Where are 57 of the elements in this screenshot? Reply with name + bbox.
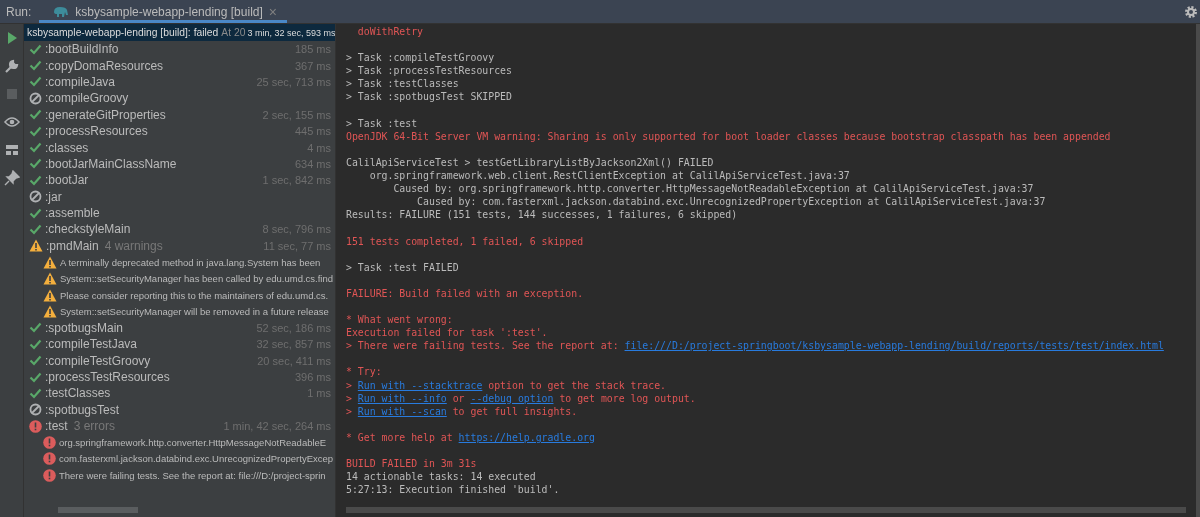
console-line: to get more log output. bbox=[558, 392, 696, 404]
console-line: 5:27:13: Execution finished 'build'. bbox=[346, 484, 560, 496]
scrollbar[interactable] bbox=[346, 507, 1186, 513]
console-line: CalilApiServiceTest > testGetLibraryListByJackson2Xml() FAILED bbox=[346, 156, 714, 168]
console-line: to get full insights. bbox=[451, 405, 578, 417]
task-row[interactable]: A terminally deprecated method in java.lang.System has been bbox=[24, 254, 335, 271]
pin-icon[interactable] bbox=[3, 170, 20, 186]
elephant-icon bbox=[53, 5, 70, 18]
console-line: option to get the stack trace. bbox=[487, 379, 667, 391]
console-line: > bbox=[346, 379, 353, 391]
console-link[interactable]: Run with --info bbox=[357, 392, 447, 404]
console-link[interactable]: Run with --stacktrace bbox=[357, 379, 483, 391]
console-line: FAILURE: Build failed with an exception. bbox=[346, 287, 584, 299]
task-row[interactable]: :spotbugsTest bbox=[24, 401, 335, 418]
console-line: > Task :spotbugsTest SKIPPED bbox=[346, 91, 512, 103]
task-row[interactable]: com.fasterxml.jackson.databind.exc.UnrecognizedPropertyExcep bbox=[24, 450, 335, 468]
console-line: doWithRetry bbox=[356, 26, 424, 37]
console-link[interactable]: Run with --scan bbox=[357, 405, 447, 417]
task-row[interactable]: System::setSecurityManager will be removed in a future release bbox=[24, 303, 335, 320]
settings-icon[interactable] bbox=[1184, 4, 1198, 19]
console-line: Caused by: org.springframework.http.converter.HttpMessageNotReadableException at CalilApiServiceTest.java:37 bbox=[392, 183, 1034, 195]
console-line: > bbox=[346, 392, 353, 404]
console-line: > Task :processTestResources bbox=[346, 65, 512, 77]
console-line: > There were failing tests. See the report at: bbox=[346, 340, 620, 352]
run-label: Run: bbox=[5, 4, 33, 19]
console-line: * Try: bbox=[346, 366, 382, 378]
console-line: 151 tests completed, 1 failed, 6 skipped bbox=[346, 235, 584, 247]
task-row[interactable]: :assemble bbox=[24, 204, 335, 222]
task-row[interactable]: System::setSecurityManager has been called by edu.umd.cs.find bbox=[24, 270, 335, 287]
console-line: 14 actionable tasks: 14 executed bbox=[346, 471, 536, 483]
console-line: Execution failed for task ':test'. bbox=[346, 327, 548, 339]
console-line: BUILD FAILED in 3m 31s bbox=[346, 458, 477, 470]
console-line: or bbox=[451, 392, 466, 404]
console-link[interactable]: https://help.gradle.org bbox=[458, 431, 595, 443]
console-line: Results: FAILURE (151 tests, 144 successes, 1 failures, 6 skipped) bbox=[346, 209, 738, 221]
console-line: > Task :test bbox=[346, 117, 418, 129]
eye-icon[interactable] bbox=[3, 114, 20, 130]
layout-icon[interactable] bbox=[3, 142, 20, 158]
console-line: * What went wrong: bbox=[346, 314, 453, 326]
console-line: > bbox=[346, 405, 353, 417]
task-row[interactable]: org.springframework.http.converter.HttpMessageNotReadableE bbox=[24, 434, 335, 451]
console-line: OpenJDK 64-Bit Server VM warning: Sharing is only supported for boot loader classes because bootstrap classpath has been appended bbox=[346, 130, 1111, 142]
wrench-icon[interactable] bbox=[3, 58, 20, 74]
console-line: > Task :test FAILED bbox=[346, 261, 459, 273]
scrollbar[interactable] bbox=[58, 507, 138, 513]
build-summary-row[interactable]: ksbysample-webapp-lending [build]: failed At 20 3 min, 32 sec, 593 ms bbox=[24, 24, 335, 41]
task-row[interactable]: :compileGroovy bbox=[24, 90, 335, 107]
console-line: Caused by: com.fasterxml.jackson.databind.exc.UnrecognizedPropertyException at CalilApiServiceTest.java:37 bbox=[416, 196, 1046, 208]
task-row[interactable]: There were failing tests. See the report at: file:///D:/project-sprin bbox=[24, 467, 335, 484]
console-line: org.springframework.web.client.RestClientException at CalilApiServiceTest.java:37 bbox=[368, 170, 850, 182]
console-line: * Get more help at bbox=[346, 431, 454, 443]
console-line: > Task :compileTestGroovy bbox=[346, 52, 495, 64]
console-line: > Task :testClasses bbox=[346, 78, 459, 90]
task-row[interactable]: Please consider reporting this to the maintainers of edu.umd.cs. bbox=[24, 286, 335, 304]
console-link[interactable]: --debug option bbox=[470, 392, 554, 404]
console-link[interactable]: file:///D:/project-springboot/ksbysample-webapp-lending/build/reports/tests/test/index.html bbox=[624, 340, 1164, 352]
task-row[interactable]: :jar bbox=[24, 188, 335, 205]
